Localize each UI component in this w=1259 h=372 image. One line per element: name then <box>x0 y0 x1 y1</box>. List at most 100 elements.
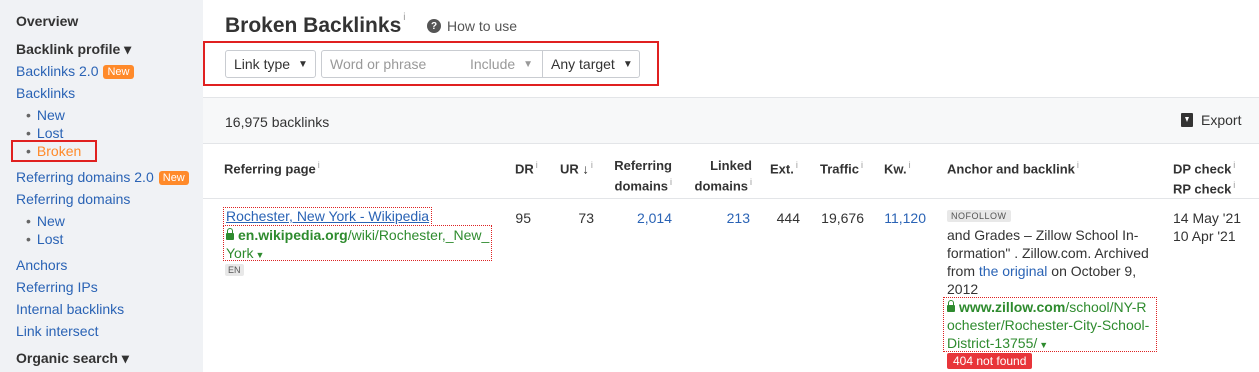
info-icon[interactable]: i <box>403 12 405 23</box>
col-header-label: DP check <box>1173 161 1232 177</box>
anchor-line: formation" . Zillow.com. Archived <box>947 245 1149 261</box>
include-dropdown[interactable]: Include ▼ <box>470 56 533 72</box>
col-header-label: Kw. <box>884 161 907 177</box>
col-header-label: Ext. <box>770 161 794 177</box>
cell-kw[interactable]: 11,120 <box>878 210 926 226</box>
col-header-linked-domains[interactable]: Linked domains i <box>688 157 752 194</box>
export-button[interactable]: Export <box>1181 112 1241 128</box>
info-icon[interactable]: i <box>861 160 863 170</box>
new-badge: New <box>158 171 189 185</box>
url-domain: www.zillow.com <box>959 299 1066 315</box>
url-path: /wiki/Rochester,_New_ <box>347 227 490 243</box>
info-icon[interactable]: i <box>1077 160 1079 170</box>
url-path: District-13755/ <box>947 335 1038 351</box>
sidebar: Overview Backlink profile ▾ Backlinks 2.… <box>0 0 203 372</box>
backlink-url[interactable]: www.zillow.com/school/NY-R <box>947 298 1147 316</box>
info-icon[interactable]: i <box>796 160 798 170</box>
bullet: • <box>26 107 31 123</box>
info-icon[interactable]: i <box>536 160 538 170</box>
anchor-text-part: from <box>947 263 979 279</box>
sidebar-item-backlinks-new[interactable]: • New <box>26 107 65 123</box>
cell-dp-check: 14 May '21 <box>1173 210 1242 226</box>
anchor-link[interactable]: the original <box>979 263 1048 279</box>
col-header-dr[interactable]: DR i <box>515 157 538 177</box>
sidebar-item-label: Backlinks 2.0 <box>16 63 99 79</box>
sidebar-item-label: New <box>36 107 65 123</box>
sidebar-item-refdomains-new[interactable]: • New <box>26 213 65 229</box>
search-input[interactable]: Word or phrase Include ▼ <box>321 50 543 78</box>
sidebar-item-label: New <box>36 213 65 229</box>
url-domain: en.wikipedia.org <box>238 227 348 243</box>
dropdown-triangle-icon[interactable]: ▼ <box>1039 340 1048 350</box>
sidebar-item-refdomains-lost[interactable]: • Lost <box>26 231 63 247</box>
sidebar-item-label: Lost <box>36 125 64 141</box>
sidebar-item-referring-domains-2[interactable]: Referring domains 2.0 New <box>16 169 189 185</box>
col-header-referring-domains[interactable]: Referring domains i <box>613 157 672 194</box>
col-header-label: DR <box>515 161 534 177</box>
anchor-text-part: on October 9, <box>1047 263 1137 279</box>
info-icon[interactable]: i <box>909 160 911 170</box>
sidebar-item-backlinks-broken[interactable]: • Broken <box>26 143 81 159</box>
backlink-url-cont[interactable]: ochester/Rochester-City-School- <box>947 316 1149 334</box>
sidebar-section-backlink-profile[interactable]: Backlink profile ▾ <box>16 41 131 58</box>
info-icon[interactable]: i <box>670 177 672 187</box>
info-icon[interactable]: i <box>1233 160 1235 170</box>
sidebar-item-referring-domains[interactable]: Referring domains <box>16 191 130 207</box>
sidebar-item-referring-ips[interactable]: Referring IPs <box>16 279 98 295</box>
col-header-traffic[interactable]: Traffic i <box>820 157 863 177</box>
col-header-ext[interactable]: Ext. i <box>770 157 798 177</box>
col-header-ur[interactable]: UR ↓ i <box>560 157 593 177</box>
info-icon[interactable]: i <box>318 160 320 170</box>
link-type-label: Link type <box>234 56 291 72</box>
referring-page-url[interactable]: en.wikipedia.org/wiki/Rochester,_New_ <box>226 226 489 244</box>
lock-icon <box>226 228 234 240</box>
how-to-use-link[interactable]: ? How to use <box>427 18 517 34</box>
main-content: Broken Backlinks i ? How to use Link type… <box>203 0 1259 372</box>
col-header-label: Traffic <box>820 161 860 177</box>
lock-icon <box>947 300 955 312</box>
col-header-referring-page[interactable]: Referring page i <box>224 157 320 177</box>
any-target-dropdown[interactable]: Any target ▼ <box>542 50 640 78</box>
col-header-label: Anchor and backlink <box>947 161 1075 177</box>
col-header-label: UR <box>560 161 579 177</box>
cell-referring-domains[interactable]: 2,014 <box>613 210 672 226</box>
cell-ur: 73 <box>578 210 594 226</box>
col-header-anchor-backlink[interactable]: Anchor and backlink i <box>947 157 1079 177</box>
bullet: • <box>26 231 31 247</box>
info-icon[interactable]: i <box>591 160 593 170</box>
col-header-label: domains <box>614 178 668 194</box>
sidebar-item-backlinks-lost[interactable]: • Lost <box>26 125 63 141</box>
sidebar-item-label: Lost <box>36 231 64 247</box>
dropdown-triangle-icon[interactable]: ▼ <box>256 250 265 260</box>
anchor-line: from the original on October 9, <box>947 262 1167 280</box>
cell-linked-domains[interactable]: 213 <box>688 210 750 226</box>
sidebar-item-anchors[interactable]: Anchors <box>16 257 67 273</box>
sidebar-item-overview[interactable]: Overview <box>16 13 78 29</box>
col-header-label: Referring page <box>224 161 316 177</box>
backlink-url-cont[interactable]: District-13755/▼ <box>947 334 1048 354</box>
sidebar-item-backlinks[interactable]: Backlinks <box>16 85 75 101</box>
sidebar-item-link-intersect[interactable]: Link intersect <box>16 323 98 339</box>
export-icon <box>1181 113 1193 127</box>
question-icon: ? <box>427 19 441 33</box>
caret-down-icon: ▼ <box>523 58 534 70</box>
url-path: York <box>226 245 254 261</box>
col-header-kw[interactable]: Kw. i <box>884 157 911 177</box>
cell-rp-check: 10 Apr '21 <box>1173 228 1236 244</box>
nofollow-badge: NOFOLLOW <box>947 210 1011 222</box>
referring-page-url-cont[interactable]: York ▼ <box>226 244 264 264</box>
info-icon[interactable]: i <box>750 177 752 187</box>
link-type-dropdown[interactable]: Link type ▼ <box>225 50 316 78</box>
bullet: • <box>26 125 31 141</box>
sidebar-section-organic-search[interactable]: Organic search ▾ <box>16 350 129 367</box>
col-header-label: domains <box>694 178 748 194</box>
cell-traffic: 19,676 <box>821 210 864 226</box>
referring-page-title-link[interactable]: Rochester, New York - Wikipedia <box>223 207 433 226</box>
sidebar-item-label: Referring domains 2.0 <box>16 169 154 185</box>
sidebar-item-backlinks-2[interactable]: Backlinks 2.0 New <box>16 63 134 79</box>
info-icon[interactable]: i <box>1233 180 1235 190</box>
col-header-dp-rp-check[interactable]: DP check i RP check i <box>1173 157 1235 198</box>
sidebar-item-internal-backlinks[interactable]: Internal backlinks <box>16 301 124 317</box>
cell-ext: 444 <box>776 210 800 226</box>
sidebar-item-label: Broken <box>36 143 82 159</box>
